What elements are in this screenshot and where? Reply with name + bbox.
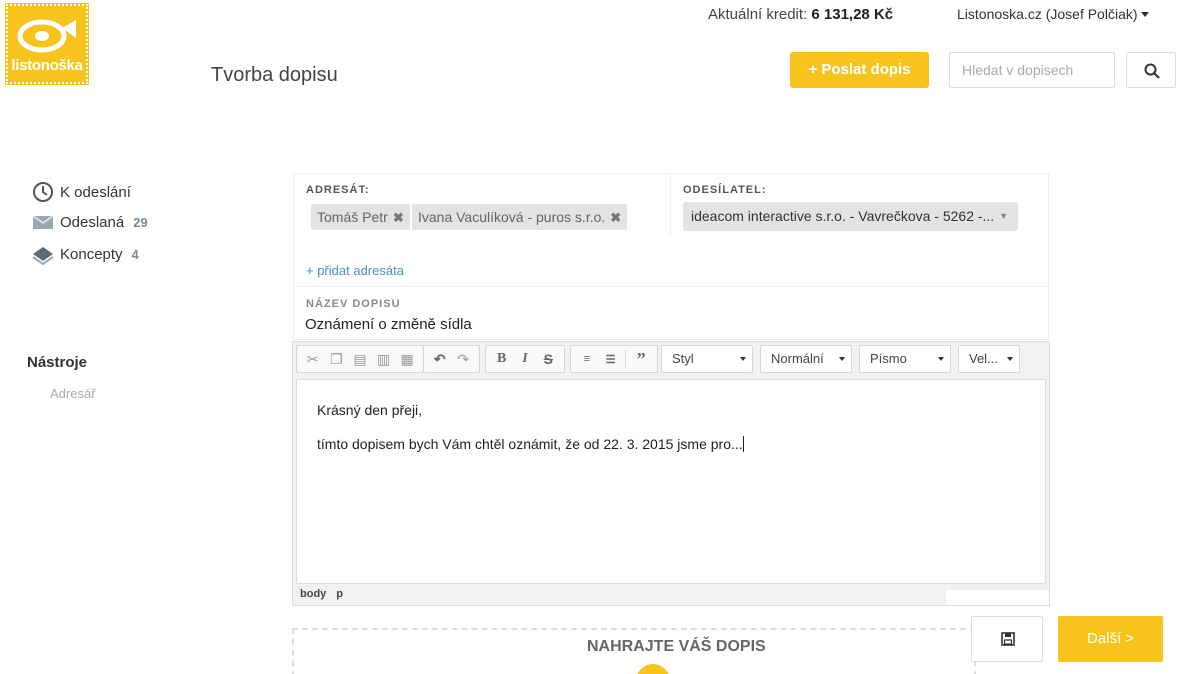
path-item[interactable]: p xyxy=(336,588,343,600)
sender-label: ODESÍLATEL: xyxy=(683,184,767,196)
recipient-name: Tomáš Petr xyxy=(317,209,388,225)
toolbar-separator xyxy=(625,350,627,368)
blockquote-icon[interactable]: ” xyxy=(629,348,653,370)
paste-word-icon[interactable]: ▦ xyxy=(395,348,419,370)
page-title: Tvorba dopisu xyxy=(211,64,338,86)
editor-content[interactable]: Krásný den přeji, tímto dopisem bych Vám… xyxy=(296,379,1046,584)
search-icon xyxy=(1144,63,1160,79)
clipboard-toolbar-group: ✂ ❐ ▤ ▥ ▦ xyxy=(296,345,424,373)
search-button[interactable] xyxy=(1126,52,1176,88)
chevron-down-icon xyxy=(1007,357,1013,361)
envelope-icon xyxy=(32,215,54,229)
recipient-chip[interactable]: Ivana Vaculíková - puros s.r.o. ✖ xyxy=(412,204,628,230)
credit-label: Aktuální kredit: xyxy=(708,6,808,23)
paste-icon[interactable]: ▤ xyxy=(348,348,372,370)
chevron-down-icon xyxy=(740,357,746,361)
copy-icon[interactable]: ❐ xyxy=(325,348,349,370)
add-recipient-link[interactable]: + přidat adresáta xyxy=(306,263,404,278)
recipient-name: Ivana Vaculíková - puros s.r.o. xyxy=(418,209,606,225)
sidebar-item-sent[interactable]: Odeslaná 29 xyxy=(32,211,148,233)
font-combo[interactable]: Písmo xyxy=(859,345,951,373)
numbered-list-icon[interactable]: ≡ xyxy=(575,348,599,370)
format-toolbar-group: B I S xyxy=(485,345,565,373)
floppy-disk-icon xyxy=(1001,632,1015,646)
logo-text: listonoška xyxy=(11,57,83,74)
upload-title: NAHRAJTE VÁŠ DOPIS xyxy=(587,638,766,655)
cut-icon[interactable]: ✂ xyxy=(301,348,325,370)
sender-select[interactable]: ideacom interactive s.r.o. - Vavrečkova … xyxy=(683,202,1018,231)
account-menu[interactable]: Listonoska.cz (Josef Polčiak) xyxy=(957,6,1149,22)
history-toolbar-group: ↶ ↷ xyxy=(424,345,480,373)
editor-paragraph: Krásný den přeji, xyxy=(317,402,423,418)
sidebar-item-count: 29 xyxy=(133,214,148,230)
editor-paragraph-text: tímto dopisem bych Vám chtěl oznámit, že… xyxy=(317,436,743,452)
next-button[interactable]: Další > xyxy=(1058,616,1163,662)
undo-icon[interactable]: ↶ xyxy=(428,348,452,370)
logo[interactable]: listonoška xyxy=(5,3,89,85)
remove-icon[interactable]: ✖ xyxy=(610,210,621,225)
credit-value: 6 131,28 Kč xyxy=(811,6,894,23)
element-path: body p xyxy=(300,588,353,600)
style-combo[interactable]: Styl xyxy=(661,345,753,373)
sidebar-item-count: 4 xyxy=(131,246,139,262)
size-combo-label: Vel... xyxy=(969,351,998,366)
format-combo-label: Normální xyxy=(771,351,824,366)
dropdown-arrow-icon: ▼ xyxy=(999,211,1008,221)
sidebar-item-label: Odeslaná xyxy=(60,213,125,231)
italic-icon[interactable]: I xyxy=(513,348,536,370)
credit-display: Aktuální kredit: 6 131,28 Kč xyxy=(708,6,893,23)
sidebar-item-label: K odeslání xyxy=(60,183,131,201)
text-cursor xyxy=(742,436,744,452)
send-letter-button[interactable]: + Poslat dopis xyxy=(790,52,929,88)
editor-resize-handle[interactable] xyxy=(946,590,1049,605)
editor-paragraph: tímto dopisem bych Vám chtěl oznámit, že… xyxy=(317,436,1025,452)
chevron-down-icon xyxy=(938,357,944,361)
address-book-link[interactable]: Adresář xyxy=(50,386,96,401)
bullet-list-icon[interactable]: ☰ xyxy=(599,348,623,370)
strikethrough-icon[interactable]: S xyxy=(537,348,560,370)
chevron-down-icon xyxy=(839,357,845,361)
clock-icon xyxy=(33,182,53,202)
sidebar-item-to-send[interactable]: K odeslání xyxy=(32,181,131,203)
drafts-icon xyxy=(32,247,54,265)
list-toolbar-group: ≡ ☰ ” xyxy=(570,345,658,373)
redo-icon[interactable]: ↷ xyxy=(452,348,476,370)
size-combo[interactable]: Vel... xyxy=(958,345,1020,373)
search-input[interactable] xyxy=(949,52,1115,88)
format-combo[interactable]: Normální xyxy=(760,345,852,373)
caret-down-icon xyxy=(1140,12,1149,17)
tools-heading: Nástroje xyxy=(27,354,88,371)
sidebar-item-label: Koncepty xyxy=(60,245,123,263)
post-horn-icon xyxy=(17,19,76,53)
recipient-label: ADRESÁT: xyxy=(306,184,370,196)
sidebar-item-drafts[interactable]: Koncepty 4 xyxy=(32,243,139,265)
font-combo-label: Písmo xyxy=(870,351,907,366)
account-name: Listonoska.cz (Josef Polčiak) xyxy=(957,6,1138,22)
style-combo-label: Styl xyxy=(672,351,694,366)
subject-label: NÁZEV DOPISU xyxy=(306,298,401,310)
sender-value: ideacom interactive s.r.o. - Vavrečkova … xyxy=(691,208,995,224)
divider xyxy=(670,174,671,236)
bold-icon[interactable]: B xyxy=(490,348,513,370)
save-draft-button[interactable] xyxy=(971,616,1043,662)
paste-text-icon[interactable]: ▥ xyxy=(372,348,396,370)
remove-icon[interactable]: ✖ xyxy=(393,210,404,225)
subject-input[interactable]: Oznámení o změně sídla xyxy=(305,316,472,333)
path-item[interactable]: body xyxy=(300,588,326,600)
recipient-chip[interactable]: Tomáš Petr ✖ xyxy=(311,204,410,230)
